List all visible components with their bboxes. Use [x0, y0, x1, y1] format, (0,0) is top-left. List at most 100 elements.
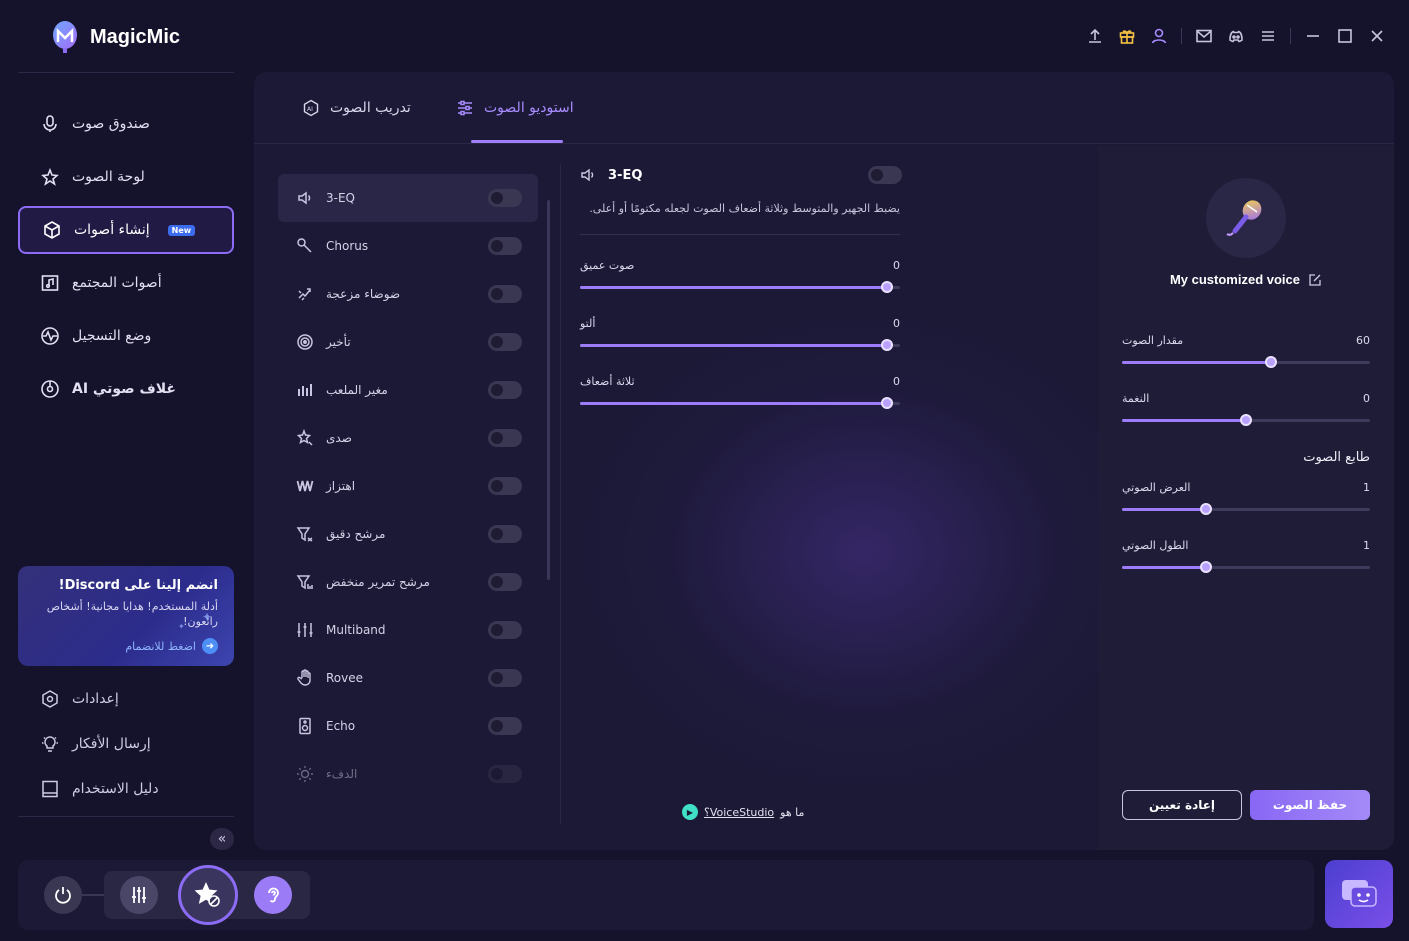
effect-detail-toggle[interactable]: [868, 166, 902, 184]
chat-support-button[interactable]: [1325, 860, 1393, 928]
effect-toggle[interactable]: [488, 765, 522, 783]
sidebar-item-community-voices[interactable]: أصوات المجتمع: [18, 259, 234, 307]
help-link-text[interactable]: VoiceStudio؟: [704, 806, 774, 819]
effect-toggle[interactable]: [488, 669, 522, 687]
sidebar-item-label: دليل الاستخدام: [72, 780, 159, 797]
ear-icon: [268, 887, 279, 903]
effect-toggle[interactable]: [488, 477, 522, 495]
effect-toggle[interactable]: [488, 717, 522, 735]
save-voice-button[interactable]: حفظ الصوت: [1250, 790, 1370, 820]
effect-toggle[interactable]: [488, 621, 522, 639]
slider-labels: صوت عميق 0: [580, 259, 900, 272]
slider-fill: [1122, 566, 1207, 569]
slider-eq-2: ثلاثة أضعاف 0: [580, 375, 900, 409]
effect-row-fine-filter[interactable]: مرشح دقيق: [278, 510, 538, 558]
collapse-sidebar-button[interactable]: «: [210, 828, 234, 850]
sidebar-item-soundboard[interactable]: لوحة الصوت: [18, 153, 234, 201]
effect-row-noise[interactable]: ضوضاء مزعجة: [278, 270, 538, 318]
power-button[interactable]: [44, 876, 82, 914]
noise-icon: [296, 285, 314, 303]
slider-knob[interactable]: [1200, 561, 1213, 573]
effect-row-warmth[interactable]: الدفء: [278, 750, 538, 798]
effect-toggle[interactable]: [488, 525, 522, 543]
sidebar-item-recording-mode[interactable]: وضع التسجيل: [18, 312, 234, 360]
effect-row-pitch-changer[interactable]: مغير الملعب: [278, 366, 538, 414]
echo-star-icon: [296, 428, 314, 447]
slider-labels: مقدار الصوت 60: [1122, 334, 1370, 347]
effect-row-multiband[interactable]: Multiband: [278, 606, 538, 654]
slider-knob[interactable]: [1264, 356, 1277, 368]
slider-knob[interactable]: [881, 339, 894, 351]
reset-button[interactable]: إعادة تعيين: [1122, 790, 1242, 820]
effect-row-delay[interactable]: تأخير: [278, 318, 538, 366]
slider-knob[interactable]: [881, 397, 894, 409]
upload-icon[interactable]: [1079, 24, 1111, 48]
voice-effect-button[interactable]: [178, 865, 238, 925]
slider-track[interactable]: [580, 281, 900, 293]
effect-toggle[interactable]: [488, 573, 522, 591]
effect-row-vibrato[interactable]: اهتزاز: [278, 462, 538, 510]
slider-fill: [580, 286, 888, 289]
tab-voice-training[interactable]: AI تدريب الصوت: [302, 72, 411, 144]
effect-label: اهتزاز: [326, 479, 356, 493]
sidebar-item-ai-cover[interactable]: AI غلاف صوتي: [18, 365, 234, 413]
tab-voice-studio[interactable]: استوديو الصوت: [456, 72, 574, 144]
tab-label: تدريب الصوت: [330, 100, 411, 116]
effect-toggle[interactable]: [488, 189, 522, 207]
menu-icon[interactable]: [1252, 24, 1284, 48]
effect-label: الدفء: [326, 767, 358, 781]
discord-icon[interactable]: [1220, 24, 1252, 48]
slider-label: النغمة: [1122, 392, 1150, 405]
sidebar-item-feedback[interactable]: إرسال الأفكار: [18, 721, 234, 766]
slider-track[interactable]: [580, 397, 900, 409]
delay-icon: [296, 333, 314, 351]
effects-list-scrollbar[interactable]: [547, 200, 550, 580]
effect-row-rovee[interactable]: Rovee: [278, 654, 538, 702]
sidebar-item-user-guide[interactable]: دليل الاستخدام: [18, 766, 234, 811]
microphone-tilt-icon: [296, 237, 314, 255]
slider-track[interactable]: [1122, 503, 1370, 515]
slider-track[interactable]: [580, 339, 900, 351]
vibrato-icon: [296, 477, 314, 495]
minimize-icon[interactable]: [1297, 24, 1329, 48]
effect-row-3eq[interactable]: 3-EQ: [278, 174, 538, 222]
bottom-control-bar: [18, 860, 1314, 930]
slider-track[interactable]: [1122, 561, 1370, 573]
lightbulb-icon: [42, 735, 58, 752]
effect-toggle[interactable]: [488, 381, 522, 399]
slider-value: 0: [893, 259, 900, 272]
sidebar-item-voice-box[interactable]: صندوق صوت: [18, 100, 234, 148]
slider-knob[interactable]: [1240, 414, 1252, 426]
sidebar-item-create-voices[interactable]: إنشاء أصوات New: [18, 206, 234, 254]
user-icon[interactable]: [1143, 24, 1175, 48]
effect-row-chorus[interactable]: Chorus: [278, 222, 538, 270]
effect-toggle[interactable]: [488, 285, 522, 303]
gift-icon[interactable]: [1111, 24, 1143, 48]
mail-icon[interactable]: [1188, 24, 1220, 48]
slider-track[interactable]: [1122, 414, 1370, 426]
maximize-icon[interactable]: [1329, 24, 1361, 48]
voice-avatar[interactable]: [1206, 178, 1286, 258]
what-is-voicestudio-link[interactable]: ما هو VoiceStudio؟ ▶: [682, 804, 804, 820]
discord-join-link[interactable]: اضغط للانضمام ➜: [125, 638, 218, 654]
sparkle-icon: ✦: [202, 610, 213, 624]
effect-row-reverb[interactable]: صدى: [278, 414, 538, 462]
mixer-button[interactable]: [120, 876, 158, 914]
close-icon[interactable]: [1361, 24, 1393, 48]
slider-eq-1: ألتو 0: [580, 317, 900, 351]
slider-knob[interactable]: [881, 281, 894, 293]
effect-toggle[interactable]: [488, 237, 522, 255]
sidebar-item-settings[interactable]: إعدادات: [18, 676, 234, 721]
svg-text:AI: AI: [307, 106, 313, 113]
slider-track[interactable]: [1122, 356, 1370, 368]
effect-toggle[interactable]: [488, 333, 522, 351]
discord-promo-card[interactable]: ✦ ✦ انضم إلينا على Discord! أدلة المستخد…: [18, 566, 234, 666]
slider-knob[interactable]: [1200, 503, 1213, 515]
effect-row-lowpass[interactable]: مرشح تمرير منخفض: [278, 558, 538, 606]
effect-toggle[interactable]: [488, 429, 522, 447]
slider-labels: ألتو 0: [580, 317, 900, 330]
hear-myself-button[interactable]: [254, 876, 292, 914]
play-icon[interactable]: ▶: [682, 804, 698, 820]
edit-icon[interactable]: [1308, 273, 1322, 287]
effect-row-echo[interactable]: Echo: [278, 702, 538, 750]
